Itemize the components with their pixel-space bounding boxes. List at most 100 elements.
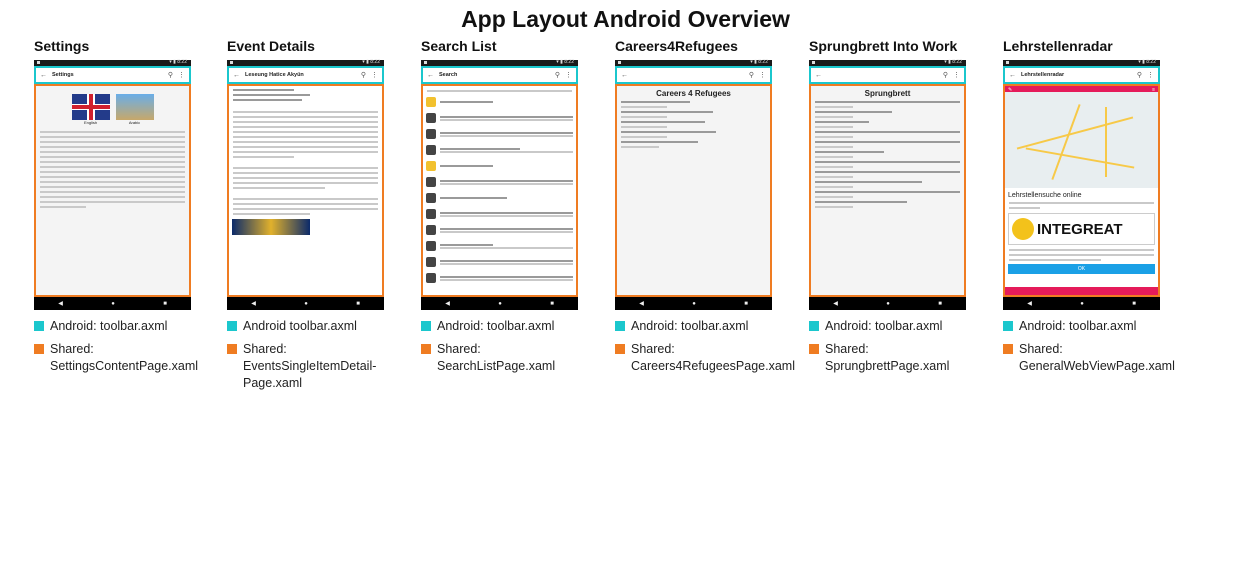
teal-swatch — [615, 321, 625, 331]
list-item — [426, 223, 573, 237]
legend-shared: Shared: EventsSingleItemDetail-Page.xaml — [243, 342, 377, 390]
list-item — [426, 239, 573, 253]
more-icon: ⋮ — [565, 72, 572, 79]
page-title: App Layout Android Overview — [461, 6, 790, 32]
back-arrow-icon: ← — [1009, 71, 1016, 79]
legend-toolbar: Android: toolbar.axml — [825, 319, 943, 333]
toolbar-highlight: ← ⚲ ⋮ — [615, 66, 772, 84]
more-icon: ⋮ — [178, 72, 185, 79]
phone-screenshot: ▾ ▮ 8:22 ← Settings ⚲ ⋮ English Arabic ◀… — [34, 59, 191, 310]
column-event-details: Event Details ▾ ▮ 8:22 ← Leseung Hatice … — [227, 38, 405, 398]
list-item — [426, 191, 573, 205]
list-item — [426, 271, 573, 285]
logo-text: INTEGREAT — [1037, 220, 1123, 238]
phone-screenshot: ▾ ▮ 8:22 ← Search ⚲ ⋮ ◀ ● ■ — [421, 59, 578, 310]
android-nav-bar: ◀ ● ■ — [227, 297, 384, 310]
column-heading: Lehrstellenradar — [1003, 38, 1113, 54]
status-bar: ▾ ▮ 8:22 — [1003, 59, 1160, 66]
content-header: Sprungbrett — [864, 89, 911, 98]
map-image — [1005, 92, 1158, 188]
orange-swatch — [34, 344, 44, 354]
toolbar-highlight: ← Search ⚲ ⋮ — [421, 66, 578, 84]
list-item — [426, 159, 573, 173]
legend-toolbar: Android: toolbar.axml — [631, 319, 749, 333]
back-arrow-icon: ← — [427, 71, 434, 79]
teal-swatch — [34, 321, 44, 331]
phone-screenshot: ▾ ▮ 8:22 ← ⚲ ⋮ Sprungbrett ◀ ● ■ — [809, 59, 966, 310]
list-item — [426, 95, 573, 109]
legend: Android toolbar.axml Shared: EventsSingl… — [227, 318, 405, 392]
toolbar-title: Lehrstellenradar — [1021, 72, 1065, 78]
toolbar-highlight: ← Lehrstellenradar ⚲ ⋮ — [1003, 66, 1160, 84]
legend-shared: Shared: SprungbrettPage.xaml — [825, 342, 950, 373]
shared-content-highlight: ✎ ≡ Lehrstellensuche online INTEGREAT OK — [1003, 84, 1160, 297]
android-nav-bar: ◀ ● ■ — [615, 297, 772, 310]
more-icon: ⋮ — [953, 72, 960, 79]
uk-flag-icon — [71, 94, 110, 120]
content-header: Careers 4 Refugees — [656, 89, 731, 98]
back-arrow-icon: ← — [621, 71, 628, 79]
teal-swatch — [1003, 321, 1013, 331]
shared-content-highlight — [227, 84, 384, 297]
phone-screenshot: ▾ ▮ 8:22 ← ⚲ ⋮ Careers 4 Refugees ◀ ● ■ — [615, 59, 772, 310]
orange-swatch — [227, 344, 237, 354]
status-bar: ▾ ▮ 8:22 — [615, 59, 772, 66]
toolbar-highlight: ← Leseung Hatice Akyün ⚲ ⋮ — [227, 66, 384, 84]
column-heading: Settings — [34, 38, 90, 54]
legend-toolbar: Android: toolbar.axml — [50, 319, 168, 333]
column-search-list: Search List ▾ ▮ 8:22 ← Search ⚲ ⋮ ◀ ● ■ An… — [421, 38, 599, 381]
list-item — [426, 127, 573, 141]
legend-shared: Shared: SearchListPage.xaml — [437, 342, 556, 373]
building-image — [115, 94, 154, 120]
event-banner-image — [232, 219, 310, 235]
toolbar-highlight: ← ⚲ ⋮ — [809, 66, 966, 84]
more-icon: ⋮ — [759, 72, 766, 79]
legend-shared: Shared: SettingsContentPage.xaml — [50, 342, 199, 373]
search-icon: ⚲ — [360, 72, 366, 79]
android-nav-bar: ◀ ● ■ — [34, 297, 191, 310]
search-icon: ⚲ — [554, 72, 560, 79]
orange-swatch — [421, 344, 431, 354]
language-label: Arabic — [128, 120, 141, 125]
legend-toolbar: Android: toolbar.axml — [437, 319, 555, 333]
language-label: English — [83, 120, 98, 125]
column-heading: Search List — [421, 38, 497, 54]
footer-bar — [1005, 287, 1158, 295]
teal-swatch — [421, 321, 431, 331]
search-icon: ⚲ — [1136, 72, 1142, 79]
list-item — [426, 207, 573, 221]
legend: Android: toolbar.axml Shared: GeneralWeb… — [1003, 318, 1181, 375]
orange-swatch — [1003, 344, 1013, 354]
search-icon: ⚲ — [167, 72, 173, 79]
integreat-logo-icon — [1012, 218, 1034, 240]
search-icon: ⚲ — [942, 72, 948, 79]
column-heading: Event Details — [227, 38, 315, 54]
legend-shared: Shared: Careers4RefugeesPage.xaml — [631, 342, 795, 373]
column-careers4refugees: Careers4Refugees ▾ ▮ 8:22 ← ⚲ ⋮ Careers … — [615, 38, 795, 381]
shared-content-highlight: Sprungbrett — [809, 84, 966, 297]
list-item — [426, 255, 573, 269]
status-bar: ▾ ▮ 8:22 — [421, 59, 578, 66]
more-icon: ⋮ — [1147, 72, 1154, 79]
toolbar-highlight: ← Settings ⚲ ⋮ — [34, 66, 191, 84]
status-bar: ▾ ▮ 8:22 — [809, 59, 966, 66]
android-nav-bar: ◀ ● ■ — [809, 297, 966, 310]
back-arrow-icon: ← — [815, 71, 822, 79]
legend: Android: toolbar.axml Shared: SettingsCo… — [34, 318, 212, 375]
list-item — [426, 175, 573, 189]
toolbar-title: Search — [439, 72, 458, 78]
toolbar-title: Settings — [52, 72, 74, 78]
list-item — [426, 111, 573, 125]
status-bar: ▾ ▮ 8:22 — [227, 59, 384, 66]
shared-content-highlight — [421, 84, 578, 297]
phone-screenshot: ▾ ▮ 8:22 ← Leseung Hatice Akyün ⚲ ⋮ ◀ ● ■ — [227, 59, 384, 310]
back-arrow-icon: ← — [40, 71, 47, 79]
column-sprungbrett: Sprungbrett Into Work ▾ ▮ 8:22 ← ⚲ ⋮ Spr… — [809, 38, 987, 381]
teal-swatch — [809, 321, 819, 331]
more-icon: ⋮ — [371, 72, 378, 79]
legend-toolbar: Android: toolbar.axml — [1019, 319, 1137, 333]
search-icon: ⚲ — [748, 72, 754, 79]
legend: Android: toolbar.axml Shared: Sprungbret… — [809, 318, 987, 375]
shared-content-highlight: English Arabic — [34, 84, 191, 297]
legend: Android: toolbar.axml Shared: SearchList… — [421, 318, 599, 375]
